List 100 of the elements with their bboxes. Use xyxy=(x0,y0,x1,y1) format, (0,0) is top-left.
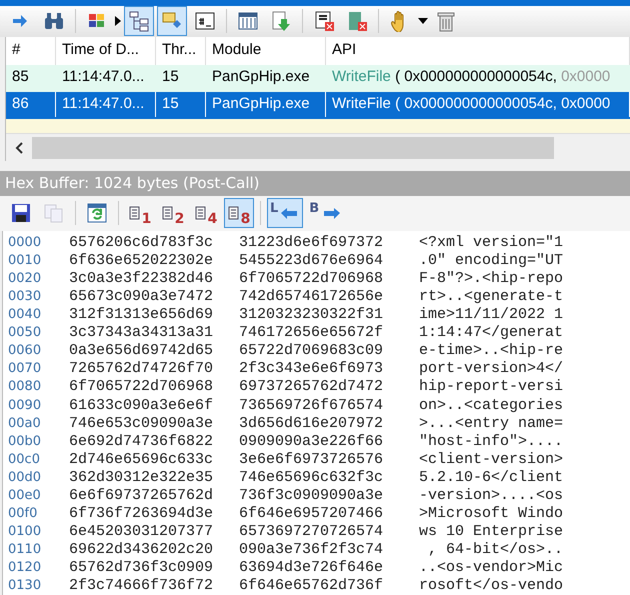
hex-value: 746172656e65672f xyxy=(239,324,384,342)
hex-offset: 00c0 xyxy=(8,452,41,467)
table-cell: 15 xyxy=(156,92,206,118)
trash-icon xyxy=(435,10,457,32)
hex-value: 69737265762d7472 xyxy=(239,378,384,396)
hex-value: 362d30312e322e35 xyxy=(69,468,214,486)
scroll-left-icon[interactable] xyxy=(15,142,23,154)
ascii-text: ..<os-vendor>Mic xyxy=(419,559,564,576)
caret-icon xyxy=(418,18,428,24)
table-cell-text: 85 xyxy=(11,67,30,88)
page-down-arrow-icon xyxy=(270,10,292,32)
hex-value: 746e653c09090a3e xyxy=(69,414,214,432)
ascii-text: on>..<categories xyxy=(419,396,564,414)
hex-value: 3c37343a34313a31 xyxy=(69,324,214,342)
toolbar-button[interactable]: L xyxy=(267,198,304,228)
hex-offset: 00e0 xyxy=(8,488,42,503)
hex-value: 63694d3e726f646e xyxy=(239,559,384,576)
ascii-text: , 64-bit</os>.. xyxy=(427,541,564,558)
hex-value: 0909090a3e226f66 xyxy=(239,432,384,450)
hex-value: 7265762d74726f70 xyxy=(69,360,214,378)
hex-offset: 0010 xyxy=(8,252,42,268)
table-cell: 86 xyxy=(6,92,56,118)
ascii-text: <client-version> xyxy=(419,450,564,468)
hex-offset: 0030 xyxy=(8,288,42,304)
ascii-text: ime>11/11/2022 1 xyxy=(419,306,564,324)
hex-value: 6576206c6d783f3c xyxy=(69,234,214,251)
table-row[interactable]: 85 11:14:47.0... 15 PanGpHip.exe WriteFile ( 0x000000000000054c, 0x0000 xyxy=(6,65,630,92)
refresh-icon xyxy=(86,202,108,224)
hex-offset: 0100 xyxy=(8,524,42,540)
toolbar-button[interactable]: B xyxy=(306,198,344,228)
hex-offset: 0120 xyxy=(8,560,42,576)
copy-icon xyxy=(43,202,65,224)
table-cell-text: PanGpHip.exe xyxy=(211,67,311,88)
hex-offset: 00d0 xyxy=(8,470,42,485)
hex-value: 6f7065722d706968 xyxy=(69,378,214,396)
table-cell: 11:14:47.0... xyxy=(56,92,156,118)
toolbar-button[interactable]: 1 xyxy=(125,198,155,228)
page-icon xyxy=(194,206,206,220)
hex-value: 2d746e65696c633c xyxy=(69,450,214,468)
panel-title: Hex Buffer: 1024 bytes (Post-Call) xyxy=(0,170,630,196)
table-cell-text: WriteFile ( 0x000000000000054c, 0x0000 xyxy=(331,67,612,88)
hex-offset: 00a0 xyxy=(8,416,42,431)
hex-offset: 0000 xyxy=(8,234,42,250)
hex-value: 65762d736f3c0909 xyxy=(69,559,214,576)
hex-offset: 0090 xyxy=(8,398,42,413)
ascii-text: -version>....<os xyxy=(419,486,564,504)
page-icon xyxy=(228,206,239,220)
hex-value: 6f646e6957207466 xyxy=(239,505,384,522)
hex-value: 2f3c343e6e6f6973 xyxy=(239,360,384,378)
toolbar-button[interactable] xyxy=(124,6,154,36)
hex-value: 742d65746172656e xyxy=(239,288,384,305)
ascii-text: e-time>..<hip-re xyxy=(419,342,564,360)
right-arrow-icon xyxy=(321,206,342,220)
hex-value: 6e45203031207377 xyxy=(69,523,214,540)
scroll-thumb[interactable] xyxy=(32,136,554,159)
ascii-text: 1:14:47</generat xyxy=(419,324,564,342)
hex-value: 65673c090a3e7472 xyxy=(69,288,214,305)
hex-value: 65722d7069683c09 xyxy=(239,342,384,360)
caret-icon xyxy=(115,16,121,26)
hex-offset: 0130 xyxy=(8,578,42,594)
hex-value: 6f7065722d706968 xyxy=(239,270,384,287)
hex-value: 6f636e652022302e xyxy=(69,252,214,269)
toolbar-button[interactable]: 8 xyxy=(224,198,254,228)
ascii-text: >...<entry name= xyxy=(419,414,564,432)
hex-value: 3e6e6f6973726576 xyxy=(239,450,384,468)
hex-offset: 0080 xyxy=(8,379,42,394)
horizontal-scrollbar[interactable] xyxy=(6,133,630,162)
ascii-text: "host-info">.... xyxy=(419,432,564,450)
hex-value: 3d656d616e207972 xyxy=(239,414,384,432)
ascii-text: F-8"?>.<hip-repo xyxy=(419,270,564,287)
hex-offset: 00b0 xyxy=(8,434,42,449)
clear-list-icon xyxy=(346,10,368,32)
console-icon xyxy=(194,10,216,32)
hex-value: 61633c090a3e6e6f xyxy=(69,396,214,414)
toolbar-button[interactable]: 4 xyxy=(191,198,221,228)
table-cell: PanGpHip.exe xyxy=(206,92,326,118)
hex-value: 736f3c0909090a3e xyxy=(239,486,384,504)
hex-value: 312f31313e656d69 xyxy=(69,306,214,324)
ascii-text: .0" encoding="UT xyxy=(419,252,564,269)
hex-offset: 0050 xyxy=(8,325,42,340)
ascii-text: port-version>4</ xyxy=(419,360,564,378)
hex-value: 3120323230322f31 xyxy=(239,306,384,324)
ascii-text: rosoft</os-vendo xyxy=(419,577,564,594)
hex-value: 3c0a3e3f22382d46 xyxy=(69,270,214,287)
ascii-text: >Microsoft Windo xyxy=(419,505,564,522)
api-delete-icon xyxy=(313,10,335,32)
page-icon xyxy=(128,206,140,220)
ascii-text: hip-report-versi xyxy=(419,378,564,396)
hex-value: 5455223d676e6964 xyxy=(239,252,384,269)
table-cell: WriteFile ( 0x000000000000054c, 0x0000 xyxy=(326,92,630,118)
toolbar-button[interactable]: 2 xyxy=(158,198,188,228)
hex-offset: 0060 xyxy=(8,343,42,358)
table-cell-text: 15 xyxy=(161,67,180,88)
hex-value: 2f3c74666f736f72 xyxy=(69,577,214,594)
table-cell-text: 11:14:47.0... xyxy=(61,67,146,88)
table-row[interactable]: 86 11:14:47.0... 15 PanGpHip.exe WriteFile ( 0x000000000000054c, 0x0000 xyxy=(6,92,630,120)
hex-value: 090a3e736f2f3c74 xyxy=(239,541,384,558)
hex-value: 746e65696c632f3c xyxy=(239,468,384,486)
page-icon xyxy=(162,206,173,220)
ascii-text: rt>..<generate-t xyxy=(419,288,564,305)
